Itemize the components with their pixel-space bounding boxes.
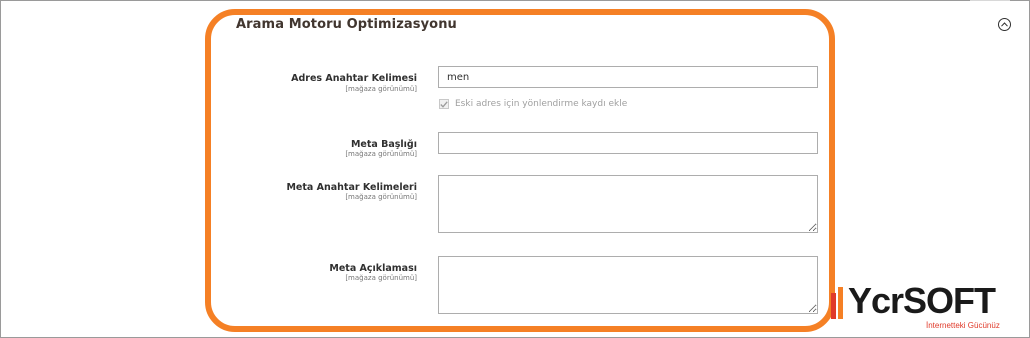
logo-tagline: İnternetteki Gücünüz	[926, 321, 1000, 330]
meta-keywords-textarea[interactable]	[438, 175, 818, 233]
logo-bars-icon	[831, 287, 843, 319]
redirect-checkbox-label: Eski adres için yönlendirme kaydı ekle	[455, 99, 628, 109]
meta-title-input[interactable]	[438, 132, 818, 154]
url-key-label: Adres Anahtar Kelimesi	[291, 73, 417, 84]
meta-title-scope: [mağaza görünümü]	[345, 150, 417, 158]
checkmark-icon	[440, 100, 448, 108]
ycrsoft-logo: YcrSOFT İnternetteki Gücünüz	[830, 280, 1020, 333]
logo-brand-text: YcrSOFT	[848, 280, 996, 321]
section-title[interactable]: Arama Motoru Optimizasyonu	[236, 17, 457, 32]
meta-keywords-label: Meta Anahtar Kelimeleri	[286, 182, 417, 193]
meta-keywords-scope: [mağaza görünümü]	[345, 193, 417, 201]
meta-description-label: Meta Açıklaması	[329, 263, 417, 274]
meta-description-textarea[interactable]	[438, 256, 818, 314]
redirect-checkbox[interactable]	[439, 99, 449, 109]
url-key-input[interactable]	[438, 66, 818, 88]
divider	[970, 0, 1010, 1]
collapse-up-icon[interactable]	[998, 18, 1011, 31]
meta-description-scope: [mağaza görünümü]	[345, 274, 417, 282]
url-key-scope: [mağaza görünümü]	[345, 85, 417, 93]
meta-title-label: Meta Başlığı	[350, 139, 417, 150]
